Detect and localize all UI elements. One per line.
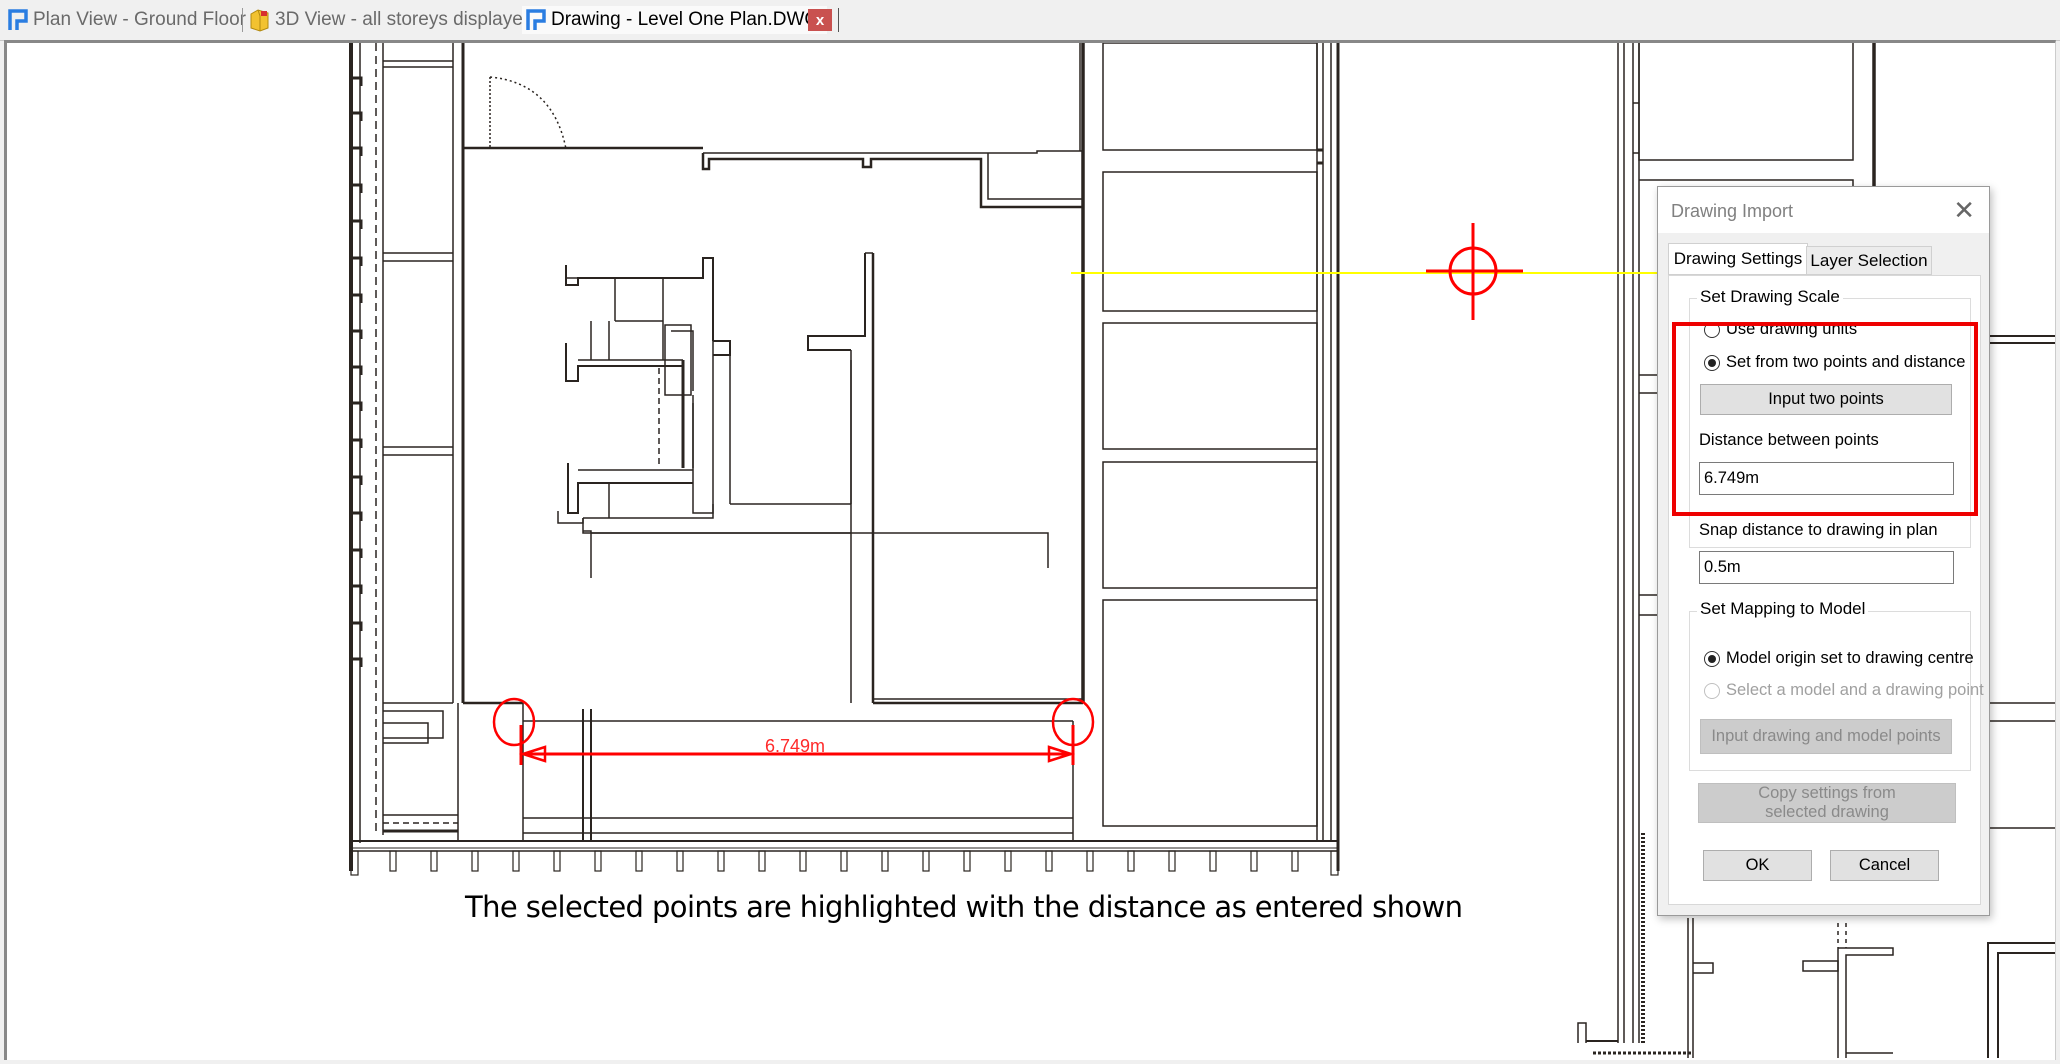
dialog-title-bar: Drawing Import ✕ [1658,187,1989,233]
close-icon[interactable]: ✕ [1953,195,1975,226]
radio-button-icon [1704,682,1720,699]
tab-drawing-settings[interactable]: Drawing Settings [1668,243,1808,275]
caption-text: The selected points are highlighted with… [465,890,1463,924]
snap-distance-input[interactable]: 0.5m [1699,551,1954,584]
tab-label: Plan View - Ground Floor [33,9,246,30]
document-tab-bar: Plan View - Ground Floor 3D View - all s… [0,0,2060,41]
set-mapping-to-model-label: Set Mapping to Model [1697,599,1869,619]
set-drawing-scale-label: Set Drawing Scale [1697,287,1843,307]
drawing-import-dialog: Drawing Import ✕ Drawing Settings Layer … [1657,186,1990,916]
tab-layer-selection[interactable]: Layer Selection [1806,246,1932,275]
dialog-title: Drawing Import [1671,201,1794,221]
copy-settings-button[interactable]: Copy settings from selected drawing [1698,783,1956,823]
radio-select-model-and-drawing-point[interactable]: Select a model and a drawing point [1704,681,1984,700]
snap-distance-label: Snap distance to drawing in plan [1699,521,1938,539]
tab-label: 3D View - all storeys displayed [275,9,534,30]
3d-view-icon [250,9,269,32]
radio-label: Model origin set to drawing centre [1726,649,1974,667]
close-tab-button[interactable]: x [808,9,832,31]
tab-drawing-level-one[interactable]: Drawing - Level One Plan.DWG [522,6,828,34]
tab-3d-view[interactable]: 3D View - all storeys displayed [248,6,533,34]
radio-model-origin-drawing-centre[interactable]: Model origin set to drawing centre [1704,649,1974,668]
radio-button-selected-icon [1704,650,1720,667]
radio-label: Select a model and a drawing point [1726,681,1984,699]
plan-view-icon [526,9,546,30]
selected-point-marker-1 [492,697,536,747]
dimension-label: 6.749m [765,736,826,756]
tab-separator [838,8,839,32]
scale-settings-highlight-box [1672,322,1978,516]
crosshair-cursor-icon [1426,223,1523,320]
input-drawing-and-model-points-button[interactable]: Input drawing and model points [1700,719,1952,754]
tab-plan-view-ground-floor[interactable]: Plan View - Ground Floor [8,6,246,34]
tab-label: Drawing - Level One Plan.DWG [551,9,820,30]
tab-separator [242,8,243,32]
cancel-button[interactable]: Cancel [1830,850,1939,881]
ok-button[interactable]: OK [1703,850,1812,881]
plan-view-icon [8,9,28,30]
